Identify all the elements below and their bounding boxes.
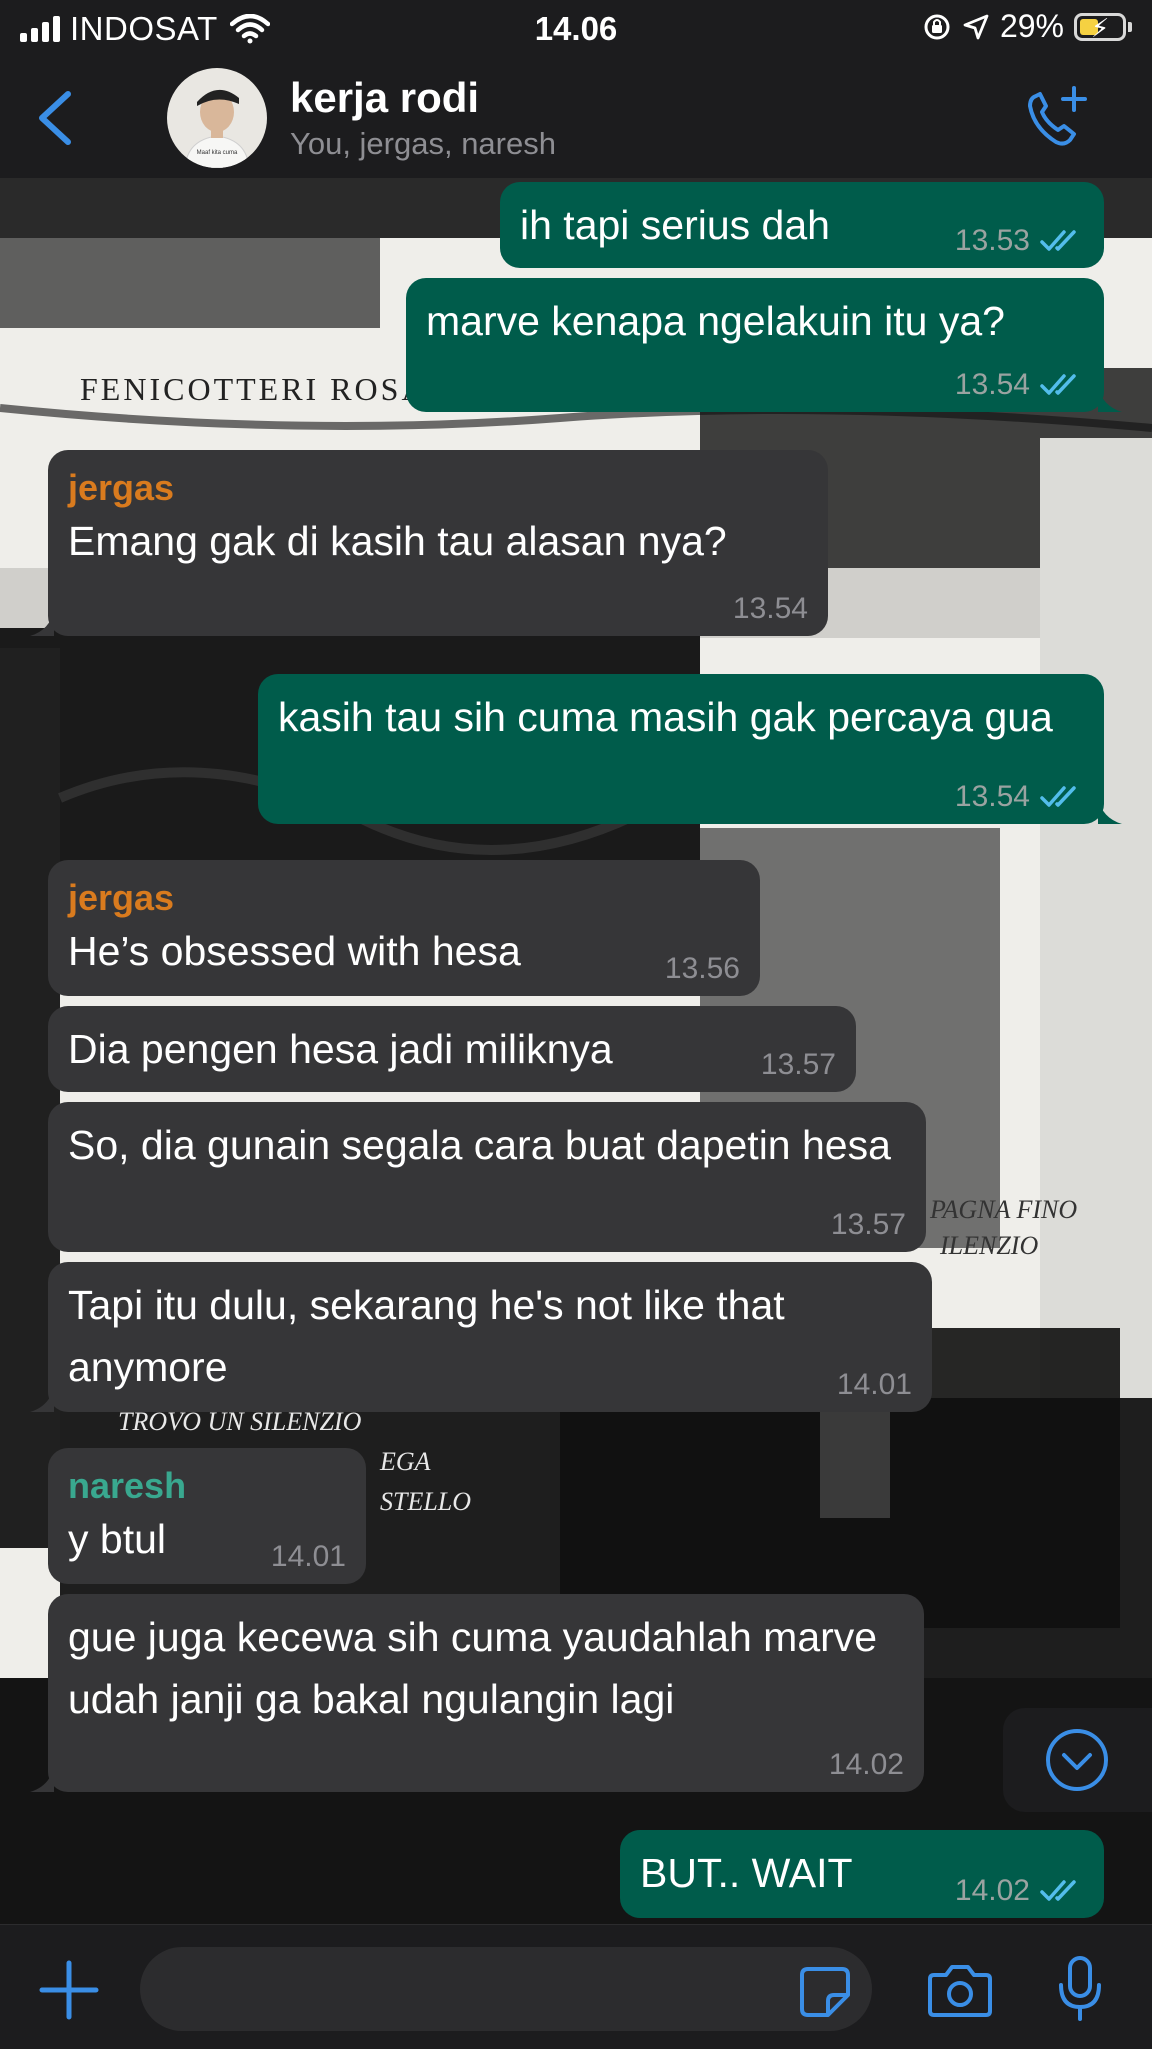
bubble-tail <box>30 610 54 636</box>
message-incoming[interactable]: naresh y btul 14.01 <box>48 1448 366 1584</box>
message-time: 14.01 <box>836 1368 912 1401</box>
chat-members[interactable]: You, jergas, naresh <box>290 126 556 162</box>
message-text: Dia pengen hesa jadi miliknya <box>68 1026 613 1072</box>
wallpaper-text-3: ILENZIO <box>939 1231 1038 1260</box>
message-incoming[interactable]: So, dia gunain segala cara buat dapetin … <box>48 1102 926 1252</box>
status-right: 29% ⚡ <box>922 8 1132 45</box>
message-time: 13.56 <box>664 952 740 985</box>
message-text: So, dia gunain segala cara buat dapetin … <box>68 1122 891 1168</box>
group-avatar[interactable]: Maaf kita cuma <box>167 68 267 168</box>
status-bar: INDOSAT 14.06 29% ⚡ <box>0 0 1152 58</box>
avatar-shirt-text: Maaf kita cuma <box>197 150 238 156</box>
bubble-tail <box>1098 386 1122 412</box>
read-ticks-icon <box>1040 786 1076 807</box>
input-bar <box>0 1924 1152 2049</box>
battery-icon: ⚡ <box>1074 12 1126 43</box>
message-meta: 14.01 <box>271 1540 346 1574</box>
message-incoming[interactable]: Tapi itu dulu, sekarang he's not like th… <box>30 1262 932 1412</box>
wallpaper-text-6: STELLO <box>380 1487 471 1516</box>
chat-title[interactable]: kerja rodi <box>290 74 479 122</box>
message-meta: 13.54 <box>955 780 1084 814</box>
message-time: 13.54 <box>732 592 808 625</box>
bubble-tail <box>30 1386 54 1412</box>
scroll-down-button[interactable] <box>1003 1708 1152 1812</box>
message-meta: 13.54 <box>733 592 808 626</box>
message-time: 13.57 <box>760 1048 836 1081</box>
message-time: 14.02 <box>954 1874 1030 1907</box>
battery-percent: 29% <box>999 8 1064 44</box>
message-text: marve kenapa ngelakuin itu ya? <box>426 298 1005 344</box>
message-meta: 13.53 <box>955 224 1084 258</box>
message-meta: 13.54 <box>955 368 1084 402</box>
message-outgoing[interactable]: BUT.. WAIT 14.02 <box>620 1830 1104 1918</box>
back-icon[interactable] <box>28 86 88 150</box>
chat-header: Maaf kita cuma kerja rodi You, jergas, n… <box>0 58 1152 179</box>
message-text: gue juga kecewa sih cuma yaudahlah marve… <box>68 1614 878 1722</box>
add-icon[interactable] <box>38 1959 100 2021</box>
wallpaper-text-2: PAGNA FINO <box>929 1195 1077 1224</box>
mic-icon[interactable] <box>1056 1955 1104 2023</box>
message-meta: 14.01 <box>837 1368 912 1402</box>
call-add-icon[interactable] <box>1022 82 1092 152</box>
wallpaper-text-1: FENICOTTERI ROSA <box>80 371 428 407</box>
location-arrow-icon <box>963 14 989 39</box>
message-sender: jergas <box>68 877 175 918</box>
chat-area[interactable]: FENICOTTERI ROSA PAGNA FINO ILENZIO TROV… <box>0 178 1152 1924</box>
battery-nub <box>1128 21 1132 32</box>
message-text: kasih tau sih cuma masih gak percaya gua <box>278 694 1053 740</box>
message-outgoing[interactable]: kasih tau sih cuma masih gak percaya gua… <box>258 674 1122 824</box>
message-text: He’s obsessed with hesa <box>68 928 521 974</box>
message-incoming[interactable]: jergas Emang gak di kasih tau alasan nya… <box>30 450 828 636</box>
message-meta: 13.57 <box>831 1208 906 1242</box>
sticker-icon[interactable] <box>798 1965 852 2019</box>
message-outgoing[interactable]: ih tapi serius dah 13.53 <box>500 182 1104 268</box>
read-ticks-icon <box>1040 230 1076 251</box>
message-text: Emang gak di kasih tau alasan nya? <box>68 518 727 564</box>
message-meta: 14.02 <box>955 1874 1084 1908</box>
message-time: 13.53 <box>954 224 1030 257</box>
message-input[interactable] <box>140 1947 872 2031</box>
message-incoming[interactable]: Dia pengen hesa jadi miliknya 13.57 <box>48 1006 856 1092</box>
message-time: 13.54 <box>954 780 1030 813</box>
orientation-lock-icon <box>924 14 950 39</box>
bubble-tail <box>1098 798 1122 824</box>
wallpaper-text-5: EGA <box>379 1447 431 1476</box>
camera-icon[interactable] <box>928 1961 992 2019</box>
message-time: 14.01 <box>270 1540 346 1573</box>
read-ticks-icon <box>1040 1880 1076 1901</box>
message-time: 14.02 <box>828 1748 904 1781</box>
message-sender: jergas <box>68 467 175 508</box>
message-outgoing[interactable]: marve kenapa ngelakuin itu ya? 13.54 <box>406 278 1122 412</box>
message-incoming[interactable]: gue juga kecewa sih cuma yaudahlah marve… <box>30 1594 924 1792</box>
message-meta: 13.56 <box>665 952 740 986</box>
message-meta: 13.57 <box>761 1048 836 1082</box>
bubble-tail <box>30 1766 54 1792</box>
message-sender: naresh <box>68 1465 187 1506</box>
read-ticks-icon <box>1040 374 1076 395</box>
message-time: 13.57 <box>830 1208 906 1241</box>
scroll-down-icon <box>1046 1729 1108 1791</box>
avatar-image: Maaf kita cuma <box>167 68 267 168</box>
message-meta: 14.02 <box>829 1748 904 1782</box>
message-text: Tapi itu dulu, sekarang he's not like th… <box>68 1282 785 1390</box>
message-incoming[interactable]: jergas He’s obsessed with hesa 13.56 <box>48 860 760 996</box>
message-time: 13.54 <box>954 368 1030 401</box>
